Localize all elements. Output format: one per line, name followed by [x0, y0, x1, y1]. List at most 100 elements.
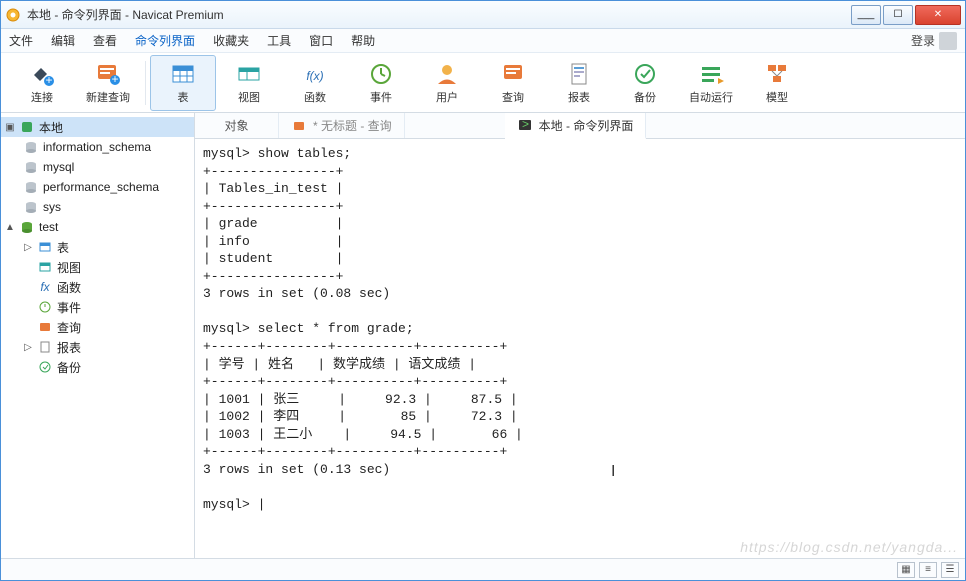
database-icon — [23, 159, 39, 175]
toolbar-autorun[interactable]: 自动运行 — [678, 55, 744, 111]
menu-window[interactable]: 窗口 — [309, 32, 333, 49]
report-icon — [566, 61, 592, 87]
tree-db-item[interactable]: performance_schema — [1, 177, 194, 197]
tree-child-backup[interactable]: 备份 — [1, 357, 194, 377]
toolbar-table-label: 表 — [178, 89, 189, 105]
toolbar-backup[interactable]: 备份 — [612, 55, 678, 111]
window-title: 本地 - 命令列界面 - Navicat Premium — [27, 6, 849, 23]
svg-text:fx: fx — [40, 280, 50, 294]
toolbar-backup-label: 备份 — [634, 89, 656, 105]
toolbar-event[interactable]: 事件 — [348, 55, 414, 111]
table-small-icon — [37, 239, 53, 255]
menu-view[interactable]: 查看 — [93, 32, 117, 49]
app-icon — [5, 7, 21, 23]
connection-tree: ▣ 本地 information_schema mysql performanc… — [1, 113, 195, 558]
text-cursor-icon: I — [611, 461, 615, 483]
toolbar-connect-label: 连接 — [31, 89, 53, 105]
toolbar-new-query-label: 新建查询 — [86, 89, 130, 105]
toolbar-autorun-label: 自动运行 — [689, 89, 733, 105]
collapse-arrow-icon: ▣ — [5, 122, 15, 133]
tree-db-item[interactable]: information_schema — [1, 137, 194, 157]
menu-tools[interactable]: 工具 — [267, 32, 291, 49]
title-bar: 本地 - 命令列界面 - Navicat Premium ___ ☐ ✕ — [1, 1, 965, 29]
autorun-icon — [698, 61, 724, 87]
tree-db-item[interactable]: mysql — [1, 157, 194, 177]
function-icon: f(x) — [302, 61, 328, 87]
main-panel: 对象 * 无标题 - 查询 > 本地 - 命令列界面 mysql> show t… — [195, 113, 965, 558]
tree-db-test[interactable]: ▲test — [1, 217, 194, 237]
tree-child-func[interactable]: fx函数 — [1, 277, 194, 297]
status-grid-icon[interactable]: ▦ — [897, 562, 915, 578]
avatar-icon — [939, 32, 957, 50]
backup-icon — [632, 61, 658, 87]
clock-small-icon — [37, 299, 53, 315]
toolbar-function-label: 函数 — [304, 89, 326, 105]
console-output[interactable]: mysql> show tables; +----------------+ |… — [195, 139, 965, 558]
tree-child-query[interactable]: 查询 — [1, 317, 194, 337]
toolbar-report-label: 报表 — [568, 89, 590, 105]
model-icon — [764, 61, 790, 87]
menu-favorites[interactable]: 收藏夹 — [213, 32, 249, 49]
svg-text:+: + — [111, 72, 118, 86]
minimize-button[interactable]: ___ — [851, 5, 881, 25]
database-icon — [23, 179, 39, 195]
menu-file[interactable]: 文件 — [9, 32, 33, 49]
new-query-icon: + — [95, 61, 121, 87]
query-small-icon — [37, 319, 53, 335]
tab-objects[interactable]: 对象 — [195, 113, 279, 138]
query-small-icon — [291, 118, 307, 134]
menu-edit[interactable]: 编辑 — [51, 32, 75, 49]
tab-untitled-query[interactable]: * 无标题 - 查询 — [279, 113, 405, 138]
table-icon — [170, 61, 196, 87]
tree-db-item[interactable]: sys — [1, 197, 194, 217]
plug-icon: + — [29, 61, 55, 87]
tree-root-label: 本地 — [39, 119, 63, 136]
tree-child-table[interactable]: ▷表 — [1, 237, 194, 257]
toolbar-new-query[interactable]: + 新建查询 — [75, 55, 141, 111]
user-icon — [434, 61, 460, 87]
toolbar-model-label: 模型 — [766, 89, 788, 105]
toolbar-connect[interactable]: + 连接 — [9, 55, 75, 111]
tree-child-event[interactable]: 事件 — [1, 297, 194, 317]
tab-strip: 对象 * 无标题 - 查询 > 本地 - 命令列界面 — [195, 113, 965, 139]
toolbar-function[interactable]: f(x) 函数 — [282, 55, 348, 111]
toolbar-view[interactable]: 视图 — [216, 55, 282, 111]
tree-child-view[interactable]: 视图 — [1, 257, 194, 277]
tree-child-report[interactable]: ▷报表 — [1, 337, 194, 357]
database-icon — [23, 139, 39, 155]
svg-text:+: + — [45, 73, 52, 87]
maximize-button[interactable]: ☐ — [883, 5, 913, 25]
toolbar-query[interactable]: 查询 — [480, 55, 546, 111]
expand-caret-icon: ▷ — [23, 342, 33, 353]
toolbar: + 连接 + 新建查询 表 视图 f(x) 函数 事件 用户 查询 报表 备份 … — [1, 53, 965, 113]
view-icon — [236, 61, 262, 87]
svg-text:f(x): f(x) — [306, 69, 323, 83]
menu-help[interactable]: 帮助 — [351, 32, 375, 49]
toolbar-user[interactable]: 用户 — [414, 55, 480, 111]
database-icon — [23, 199, 39, 215]
toolbar-user-label: 用户 — [436, 89, 458, 105]
svg-text:>: > — [522, 118, 529, 131]
menu-bar: 文件 编辑 查看 命令列界面 收藏夹 工具 窗口 帮助 登录 — [1, 29, 965, 53]
toolbar-model[interactable]: 模型 — [744, 55, 810, 111]
status-detail-icon[interactable]: ☰ — [941, 562, 959, 578]
clock-icon — [368, 61, 394, 87]
database-open-icon — [19, 219, 35, 235]
connection-icon — [19, 119, 35, 135]
toolbar-query-label: 查询 — [502, 89, 524, 105]
toolbar-table[interactable]: 表 — [150, 55, 216, 111]
tree-connection-root[interactable]: ▣ 本地 — [1, 117, 194, 137]
close-button[interactable]: ✕ — [915, 5, 961, 25]
terminal-icon: > — [517, 117, 533, 133]
report-small-icon — [37, 339, 53, 355]
query-icon — [500, 61, 526, 87]
toolbar-report[interactable]: 报表 — [546, 55, 612, 111]
fx-small-icon: fx — [37, 279, 53, 295]
toolbar-event-label: 事件 — [370, 89, 392, 105]
status-list-icon[interactable]: ≡ — [919, 562, 937, 578]
expand-arrow-icon: ▲ — [5, 222, 15, 233]
login-area[interactable]: 登录 — [911, 32, 957, 50]
menu-cli[interactable]: 命令列界面 — [135, 32, 195, 49]
tab-console[interactable]: > 本地 - 命令列界面 — [505, 113, 647, 139]
expand-caret-icon: ▷ — [23, 242, 33, 253]
